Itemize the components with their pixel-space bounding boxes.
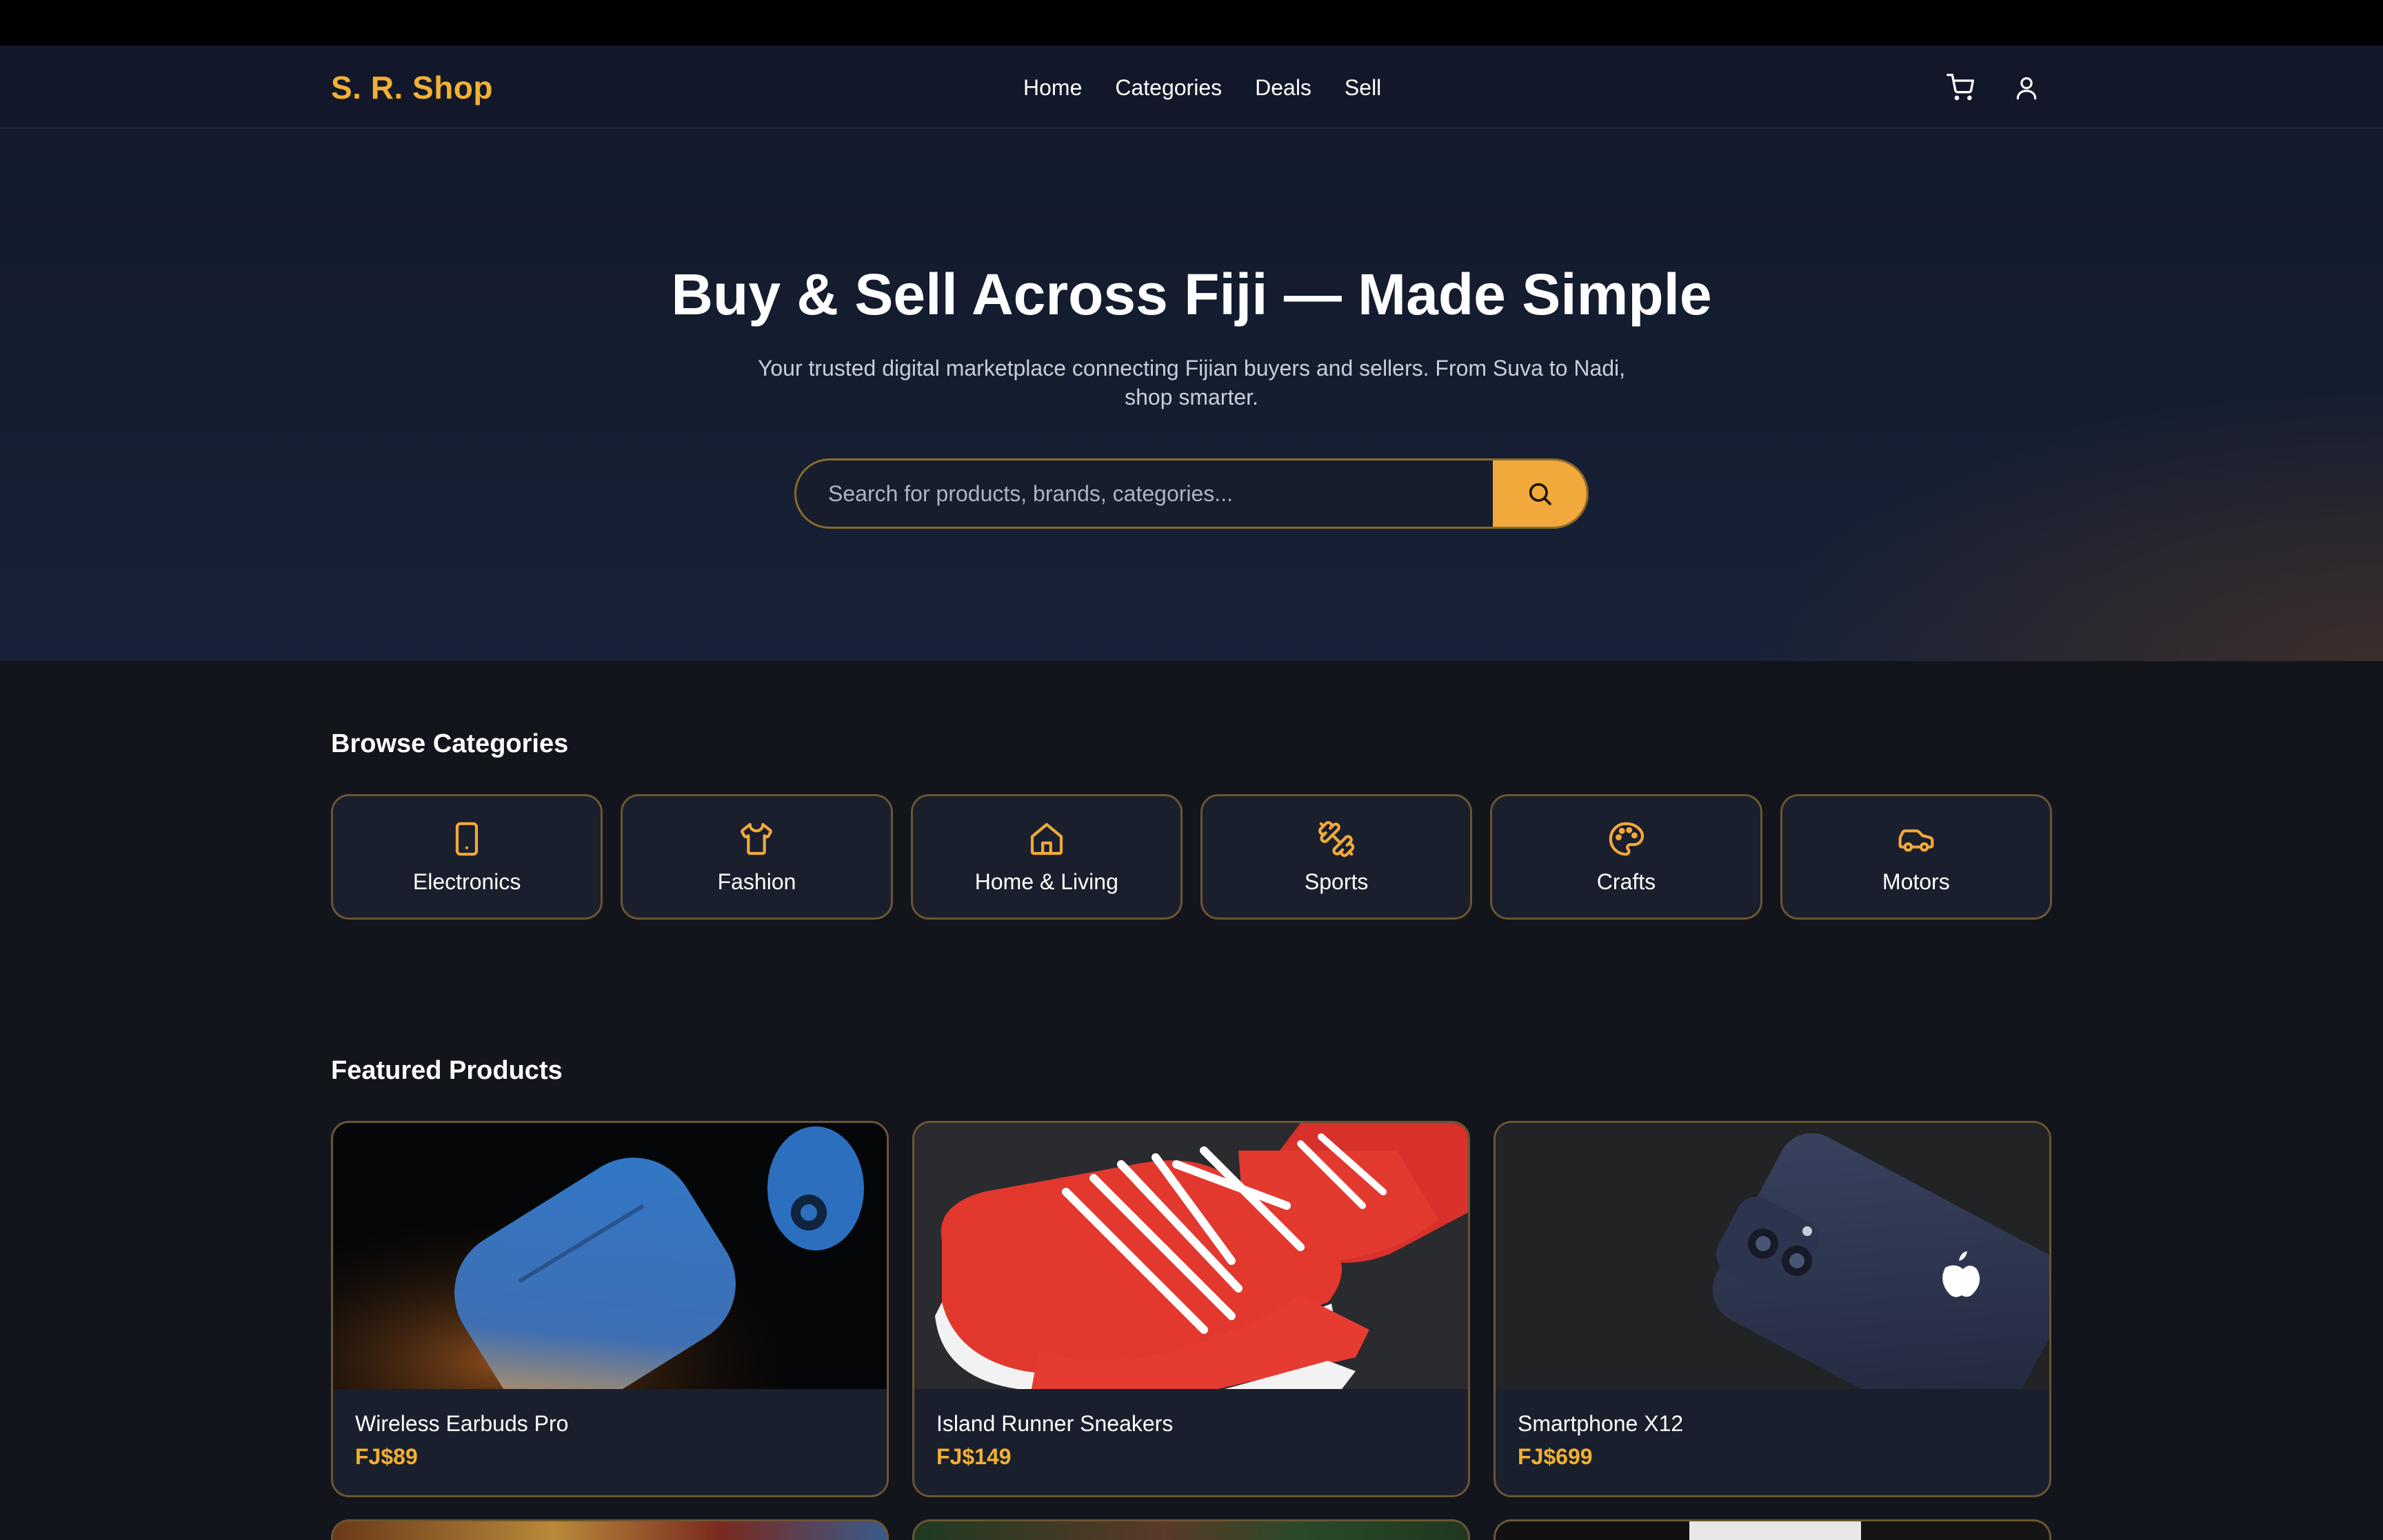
search-button[interactable] (1493, 460, 1587, 527)
category-sports[interactable]: Sports (1200, 794, 1473, 920)
product-price: FJ$89 (355, 1444, 418, 1469)
category-label: Electronics (412, 869, 521, 894)
main-nav: Home Categories Deals Sell (1023, 63, 1381, 112)
product-image (1496, 1123, 2049, 1389)
logo[interactable]: S. R. Shop (331, 63, 493, 112)
category-home-living[interactable]: Home & Living (910, 794, 1183, 920)
hero-title: Buy & Sell Across Fiji — Made Simple (671, 262, 1712, 327)
house-icon (1030, 822, 1063, 855)
search-icon (1529, 483, 1551, 505)
nav-sell[interactable]: Sell (1345, 63, 1381, 112)
category-label: Fashion (717, 869, 796, 894)
category-label: Crafts (1596, 869, 1656, 894)
product-card[interactable]: Island Runner Sneakers FJ$149 (912, 1121, 1470, 1497)
page: S. R. Shop Home Categories Deals Sell Bu… (0, 0, 2383, 1540)
search-bar (794, 458, 1589, 529)
search-input[interactable] (796, 460, 1493, 527)
product-image (914, 1123, 1468, 1389)
product-name: Wireless Earbuds Pro (355, 1411, 569, 1436)
category-motors[interactable]: Motors (1780, 794, 2052, 920)
dumbbell-icon (1318, 821, 1355, 858)
hero-subtitle: Your trusted digital marketplace connect… (757, 356, 1626, 409)
nav-categories[interactable]: Categories (1115, 63, 1222, 112)
category-grid: Electronics Fashion Home & Living Sports… (331, 794, 2052, 920)
product-card[interactable] (1494, 1519, 2051, 1540)
category-electronics[interactable]: Electronics (331, 794, 603, 920)
product-price: FJ$149 (936, 1444, 1012, 1469)
product-name: Island Runner Sneakers (936, 1411, 1174, 1436)
category-label: Motors (1882, 869, 1950, 894)
featured-title: Featured Products (331, 1056, 563, 1085)
cart-icon[interactable] (1944, 72, 1976, 103)
categories-title: Browse Categories (331, 729, 569, 758)
product-card[interactable]: Wireless Earbuds Pro FJ$89 (331, 1121, 889, 1497)
palette-icon (1609, 822, 1645, 856)
shirt-icon (741, 822, 773, 855)
site-header: S. R. Shop Home Categories Deals Sell (0, 45, 2383, 129)
product-card[interactable] (331, 1519, 889, 1540)
hero-section: Buy & Sell Across Fiji — Made Simple You… (0, 129, 2383, 661)
product-name: Smartphone X12 (1518, 1411, 1684, 1436)
top-bar (0, 0, 2383, 45)
nav-home[interactable]: Home (1023, 63, 1082, 112)
car-icon (1898, 829, 1934, 852)
product-card[interactable]: Smartphone X12 FJ$699 (1494, 1121, 2051, 1497)
category-crafts[interactable]: Crafts (1490, 794, 1762, 920)
product-grid-next-row (331, 1519, 2052, 1540)
product-price: FJ$699 (1518, 1444, 1593, 1469)
category-label: Sports (1304, 869, 1369, 894)
product-image (333, 1123, 887, 1389)
product-grid: Wireless Earbuds Pro FJ$89 Island Runner… (331, 1121, 2052, 1497)
product-card[interactable] (912, 1519, 1470, 1540)
nav-deals[interactable]: Deals (1255, 63, 1311, 112)
user-icon[interactable] (2011, 72, 2042, 103)
category-fashion[interactable]: Fashion (621, 794, 893, 920)
category-label: Home & Living (974, 869, 1118, 894)
smartphone-icon (456, 822, 479, 856)
